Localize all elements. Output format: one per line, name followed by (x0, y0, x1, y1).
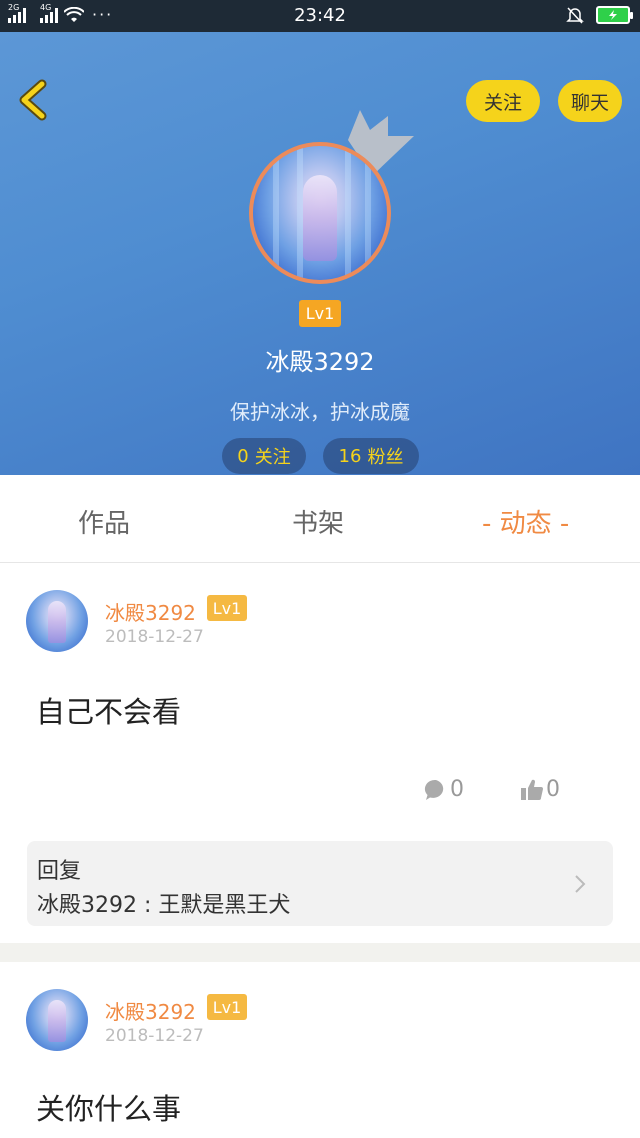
fans-label: 粉丝 (367, 447, 404, 468)
following-stat[interactable]: 0 关注 (222, 438, 306, 474)
level-badge: Lv1 (299, 300, 341, 327)
post-date: 2018-12-27 (105, 627, 204, 647)
post-actions: 0 0 (424, 777, 560, 802)
post-author-name[interactable]: 冰殿3292 (105, 597, 196, 626)
battery-charging-icon (596, 6, 633, 24)
fans-count: 16 (338, 445, 362, 467)
post-item[interactable]: 冰殿3292 Lv1 2018-12-27 自己不会看 0 0 回复 冰殿329… (0, 563, 640, 943)
follow-button[interactable]: 关注 (466, 80, 540, 122)
post-content: 关你什么事 (36, 1092, 182, 1126)
fans-stat[interactable]: 16 粉丝 (323, 438, 419, 474)
tab-dynamic[interactable]: - 动态 - (482, 503, 569, 540)
profile-name: 冰殿3292 (265, 348, 375, 376)
post-divider (0, 943, 640, 962)
chevron-right-icon (575, 875, 586, 893)
post-level-badge: Lv1 (207, 994, 247, 1020)
profile-header: 关注 聊天 Lv1 冰殿3292 保护冰冰，护冰成魔 0 关注 16 粉丝 (0, 32, 640, 475)
reply-label: 回复 (37, 859, 82, 884)
post-author-name[interactable]: 冰殿3292 (105, 996, 196, 1025)
status-bar: 2G 4G ··· 23:42 (0, 0, 640, 32)
comment-count: 0 (450, 777, 464, 802)
like-count: 0 (546, 777, 560, 802)
tab-works[interactable]: 作品 (78, 503, 130, 540)
post-level-badge: Lv1 (207, 595, 247, 621)
status-right (566, 6, 633, 24)
chat-button[interactable]: 聊天 (558, 80, 622, 122)
status-time: 23:42 (294, 5, 346, 26)
comment-icon (424, 779, 444, 800)
reply-box[interactable]: 回复 冰殿3292 : 王默是黑王犬 (27, 841, 613, 926)
profile-bio: 保护冰冰，护冰成魔 (230, 400, 410, 424)
post-date: 2018-12-27 (105, 1026, 204, 1046)
following-label: 关注 (254, 447, 291, 468)
reply-text: 冰殿3292 : 王默是黑王犬 (37, 893, 291, 918)
like-button[interactable]: 0 (520, 777, 560, 802)
post-author-avatar[interactable] (26, 989, 88, 1051)
following-count: 0 (237, 445, 249, 467)
thumbs-up-icon (521, 779, 543, 800)
post-item[interactable]: 冰殿3292 Lv1 2018-12-27 关你什么事 (0, 962, 640, 1138)
profile-avatar[interactable] (249, 142, 391, 284)
profile-tabs: 作品 书架 - 动态 - (0, 475, 640, 563)
post-content: 自己不会看 (36, 695, 182, 729)
bell-off-icon (566, 7, 584, 24)
post-author-avatar[interactable] (26, 590, 88, 652)
comment-button[interactable]: 0 (424, 777, 464, 802)
back-icon[interactable] (14, 78, 54, 122)
tab-shelf[interactable]: 书架 (292, 503, 344, 540)
